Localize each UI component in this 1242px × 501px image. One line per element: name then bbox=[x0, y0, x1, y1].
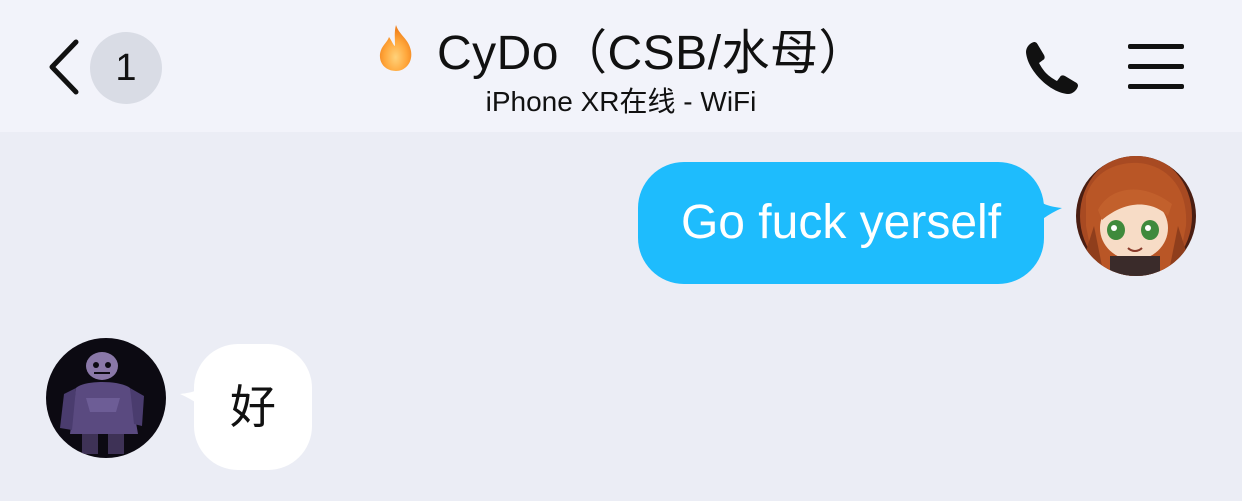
anime-girl-avatar-icon bbox=[1076, 156, 1196, 276]
message-bubble-incoming[interactable]: 好 bbox=[194, 344, 312, 470]
message-bubble-outgoing[interactable]: Go fuck yerself bbox=[638, 162, 1044, 284]
back-button[interactable]: 1 bbox=[44, 30, 174, 104]
avatar[interactable] bbox=[1076, 156, 1196, 276]
message-list[interactable]: Go fuck yerself 好 bbox=[0, 132, 1242, 501]
contact-name: CyDo（CSB/水母） bbox=[436, 27, 868, 80]
bubble-tail bbox=[1030, 188, 1062, 230]
fire-icon bbox=[379, 25, 412, 71]
hamburger-menu-icon[interactable] bbox=[1122, 38, 1190, 96]
chat-header: 1 CyDo（CSB/水母） iPhone XR在线 - WiFi bbox=[0, 0, 1242, 132]
phone-icon[interactable] bbox=[1020, 36, 1084, 100]
avatar[interactable] bbox=[46, 338, 166, 458]
unread-count-badge: 1 bbox=[90, 32, 162, 104]
chat-title[interactable]: CyDo（CSB/水母） iPhone XR在线 - WiFi bbox=[240, 16, 1002, 120]
online-status: iPhone XR在线 - WiFi bbox=[485, 86, 757, 117]
skeleton-character-avatar-icon bbox=[46, 338, 166, 458]
chevron-left-icon bbox=[49, 39, 79, 95]
